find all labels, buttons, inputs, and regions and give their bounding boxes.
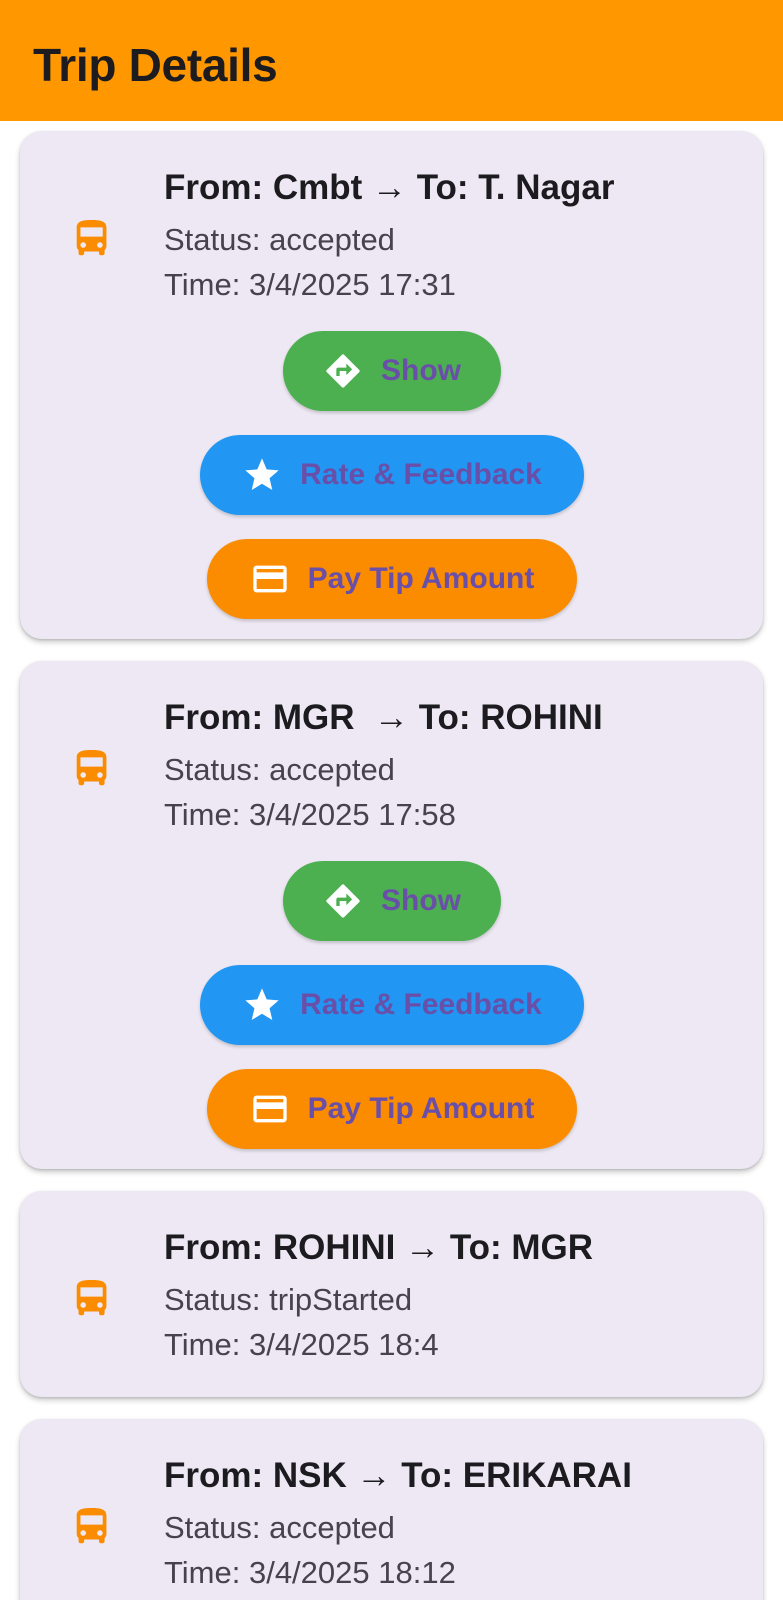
trip-status: Status: accepted bbox=[164, 222, 395, 257]
pay-tip-button[interactable]: Pay Tip Amount bbox=[207, 539, 577, 619]
bus-icon bbox=[76, 1275, 122, 1327]
trip-status: Status: accepted bbox=[164, 1510, 395, 1545]
trip-list[interactable]: From: Cmbt → To: T. Nagar Status: accept… bbox=[0, 121, 783, 1600]
trip-status: Status: tripStarted bbox=[164, 1282, 413, 1317]
rate-feedback-button-label: Rate & Feedback bbox=[300, 988, 542, 1021]
bus-icon bbox=[76, 1503, 122, 1555]
show-button[interactable]: Show bbox=[283, 331, 501, 411]
rate-feedback-button-label: Rate & Feedback bbox=[300, 458, 542, 491]
directions-icon bbox=[323, 881, 363, 921]
pay-tip-button[interactable]: Pay Tip Amount bbox=[207, 1069, 577, 1149]
trip-card: From: NSK → To: ERIKARAI Status: accepte… bbox=[20, 1419, 763, 1600]
app-bar: Trip Details bbox=[0, 0, 783, 121]
star-icon bbox=[242, 455, 282, 495]
rate-feedback-button[interactable]: Rate & Feedback bbox=[200, 435, 584, 515]
credit-card-icon bbox=[250, 559, 290, 599]
trip-status: Status: accepted bbox=[164, 752, 395, 787]
trip-route: From: MGR → To: ROHINI bbox=[164, 698, 603, 737]
bus-icon bbox=[76, 215, 122, 267]
trip-route: From: NSK → To: ERIKARAI bbox=[164, 1456, 632, 1495]
trip-card: From: MGR → To: ROHINI Status: accepted … bbox=[20, 661, 763, 1169]
trip-route: From: Cmbt → To: T. Nagar bbox=[164, 168, 615, 207]
trip-card: From: Cmbt → To: T. Nagar Status: accept… bbox=[20, 131, 763, 639]
show-button-label: Show bbox=[381, 884, 461, 917]
trip-card: From: ROHINI → To: MGR Status: tripStart… bbox=[20, 1191, 763, 1397]
bus-icon bbox=[76, 745, 122, 797]
trip-time: Time: 3/4/2025 17:58 bbox=[164, 797, 456, 832]
star-icon bbox=[242, 985, 282, 1025]
show-button[interactable]: Show bbox=[283, 861, 501, 941]
trip-route: From: ROHINI → To: MGR bbox=[164, 1228, 594, 1267]
trip-time: Time: 3/4/2025 18:12 bbox=[164, 1555, 456, 1590]
trip-time: Time: 3/4/2025 17:31 bbox=[164, 267, 456, 302]
pay-tip-button-label: Pay Tip Amount bbox=[307, 1092, 535, 1125]
rate-feedback-button[interactable]: Rate & Feedback bbox=[200, 965, 584, 1045]
directions-icon bbox=[323, 351, 363, 391]
show-button-label: Show bbox=[381, 354, 461, 387]
trip-time: Time: 3/4/2025 18:4 bbox=[164, 1327, 439, 1362]
pay-tip-button-label: Pay Tip Amount bbox=[307, 562, 535, 595]
credit-card-icon bbox=[250, 1089, 290, 1129]
page-title: Trip Details bbox=[33, 39, 278, 91]
